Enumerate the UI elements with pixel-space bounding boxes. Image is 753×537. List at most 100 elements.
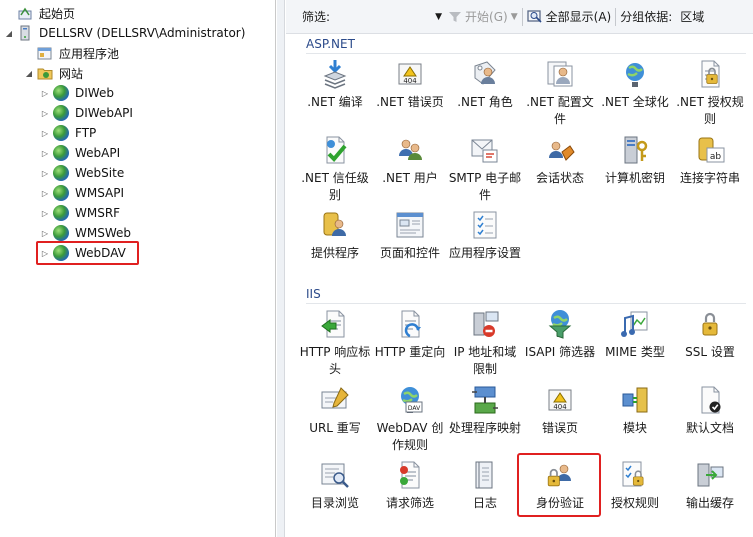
feature-tile[interactable]: URL 重写 [298, 384, 372, 437]
show-all-label: 全部显示(A) [545, 10, 612, 24]
feature-tile[interactable]: ISAPI 筛选器 [523, 308, 597, 361]
tree-item[interactable]: ▷ DIWeb [40, 83, 116, 103]
feature-tile[interactable]: 提供程序 [298, 209, 372, 262]
filter-input[interactable]: ▼ [330, 0, 442, 34]
tree-expander-icon[interactable]: ▷ [40, 189, 50, 198]
section-title[interactable]: ASP.NET [306, 37, 355, 51]
feature-tile[interactable]: 404 .NET 错误页 [373, 58, 447, 111]
feature-tile[interactable]: HTTP 响应标头 [298, 308, 372, 378]
output-cache-icon [694, 459, 726, 491]
start-page-icon [17, 5, 33, 21]
features-view: 筛选: ▼ 开始(G) ▼ 全部显示(A) 分组依据: 区域 ASP.NET .N… [286, 0, 753, 537]
tree-item[interactable]: ▷ WMSAPI [40, 183, 126, 203]
tree-expander-icon[interactable]: ◢ [4, 29, 14, 38]
tree-expander-icon[interactable]: ▷ [40, 149, 50, 158]
feature-tile[interactable]: 授权规则 [598, 459, 672, 512]
funnel-icon [449, 11, 462, 22]
feature-tile[interactable]: 目录浏览 [298, 459, 372, 512]
server-icon [17, 25, 33, 41]
smtp-mail-icon [469, 134, 501, 166]
tree-item[interactable]: 起始页 [4, 3, 77, 23]
ip-restrictions-icon [469, 308, 501, 340]
feature-tile[interactable]: .NET 信任级别 [298, 134, 372, 204]
tree-expander-icon[interactable]: ▷ [40, 129, 50, 138]
feature-tile[interactable]: MIME 类型 [598, 308, 672, 361]
tree-item[interactable]: ◢ DELLSRV (DELLSRV\Administrator) [4, 23, 247, 43]
group-by-label: 分组依据: [620, 10, 673, 24]
feature-tile[interactable]: 日志 [448, 459, 522, 512]
section-divider [306, 53, 746, 54]
feature-tile[interactable]: .NET 全球化 [598, 58, 672, 111]
feature-tile[interactable]: SMTP 电子邮件 [448, 134, 522, 204]
feature-tile[interactable]: 404 错误页 [523, 384, 597, 437]
feature-tile[interactable]: 默认文档 [673, 384, 747, 437]
tree-expander-icon[interactable]: ▷ [40, 89, 50, 98]
feature-tile[interactable]: IP 地址和域限制 [448, 308, 522, 378]
section-divider [306, 303, 746, 304]
go-dropdown-icon[interactable]: ▼ [511, 12, 518, 22]
feature-tile-label: 错误页 [541, 421, 578, 435]
tree-item[interactable]: ▷ WebAPI [40, 143, 122, 163]
feature-tile[interactable]: SSL 设置 [673, 308, 747, 361]
feature-tile-label: 连接字符串 [679, 171, 740, 185]
feature-tile[interactable]: 页面和控件 [373, 209, 447, 262]
feature-tile-label: .NET 错误页 [376, 95, 444, 109]
feature-tile-label: HTTP 重定向 [374, 345, 446, 359]
feature-tile-label: HTTP 响应标头 [299, 345, 371, 376]
feature-tile[interactable]: .NET 用户 [373, 134, 447, 187]
feature-tile-label: SSL 设置 [685, 345, 735, 359]
tree-expander-icon[interactable]: ▷ [40, 209, 50, 218]
feature-tile[interactable]: 模块 [598, 384, 672, 437]
error-pages-404-icon: 404 [544, 384, 576, 416]
feature-tile[interactable]: .NET 编译 [298, 58, 372, 111]
feature-tile[interactable]: ab 连接字符串 [673, 134, 747, 187]
feature-tile-label: 输出缓存 [685, 496, 734, 510]
tree-item-label: WMSWeb [75, 226, 131, 240]
tree-item-label: DIWebAPI [75, 106, 133, 120]
filter-dropdown-icon[interactable]: ▼ [435, 12, 442, 22]
pane-splitter[interactable] [277, 0, 285, 537]
handler-mappings-icon [469, 384, 501, 416]
feature-tile-label: 处理程序映射 [448, 421, 521, 435]
tree-item[interactable]: ▷ WMSWeb [40, 223, 133, 243]
feature-tile[interactable]: HTTP 重定向 [373, 308, 447, 361]
tree-item[interactable]: ◢ 网站 [24, 63, 85, 83]
feature-tile-label: SMTP 电子邮件 [448, 171, 522, 202]
tree-item-label: DELLSRV (DELLSRV\Administrator) [39, 26, 246, 40]
request-filtering-icon [394, 459, 426, 491]
feature-tile[interactable]: 应用程序设置 [448, 209, 522, 262]
filter-toolbar: 筛选: ▼ 开始(G) ▼ 全部显示(A) 分组依据: 区域 [286, 0, 753, 34]
tree-expander-icon[interactable]: ▷ [40, 229, 50, 238]
tree-expander-icon[interactable]: ▷ [40, 109, 50, 118]
tree-item[interactable]: ▷ FTP [40, 123, 98, 143]
connection-string-icon: ab [694, 134, 726, 166]
feature-tile[interactable]: DAV WebDAV 创作规则 [373, 384, 447, 454]
tree-item[interactable]: ▷ WebSite [40, 163, 126, 183]
feature-tile[interactable]: .NET 配置文件 [523, 58, 597, 128]
tree-item[interactable]: ▷ WMSRF [40, 203, 122, 223]
group-by-select[interactable]: 区域 [680, 8, 704, 25]
feature-tile-label: .NET 全球化 [601, 95, 669, 109]
section-title[interactable]: IIS [306, 287, 321, 301]
tree-item[interactable]: 应用程序池 [24, 43, 121, 63]
feature-tile[interactable]: 处理程序映射 [448, 384, 522, 437]
feature-tile[interactable]: 计算机密钥 [598, 134, 672, 187]
tree-expander-icon[interactable]: ▷ [40, 169, 50, 178]
show-all-button[interactable]: 全部显示(A) [526, 0, 612, 34]
go-button[interactable]: 开始(G) ▼ [448, 0, 518, 34]
compile-icon [319, 58, 351, 90]
svg-text:404: 404 [553, 403, 567, 411]
feature-tile[interactable]: 会话状态 [523, 134, 597, 187]
webdav-icon: DAV [394, 384, 426, 416]
feature-tile-label: .NET 授权规则 [676, 95, 744, 126]
tree-item[interactable]: ▷ DIWebAPI [40, 103, 135, 123]
feature-tile[interactable]: 请求筛选 [373, 459, 447, 512]
url-rewrite-icon [319, 384, 351, 416]
tree-expander-icon[interactable]: ◢ [24, 69, 34, 78]
error-page-404-icon: 404 [394, 58, 426, 90]
feature-tile[interactable]: 输出缓存 [673, 459, 747, 512]
ssl-lock-icon [694, 308, 726, 340]
app-pool-icon [37, 45, 53, 61]
feature-tile[interactable]: .NET 角色 [448, 58, 522, 111]
feature-tile[interactable]: .NET 授权规则 [673, 58, 747, 128]
